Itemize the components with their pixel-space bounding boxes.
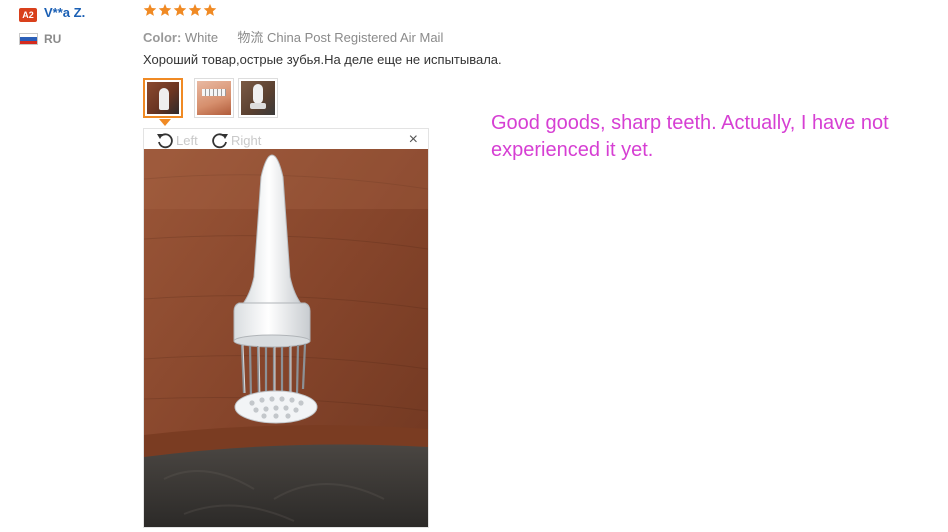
order-details: Color: White 物流 China Post Registered Ai… xyxy=(143,27,443,46)
reviewer-name: V**a Z. xyxy=(44,5,86,20)
review-text: Хороший товар,острые зубья.На деле еще н… xyxy=(143,52,502,67)
logistics-label: 物流 xyxy=(237,30,264,45)
rotate-left-label: Left xyxy=(176,132,198,148)
photo-viewer: Left Right × xyxy=(143,128,429,528)
thumb-image-2 xyxy=(197,81,231,115)
star-icon xyxy=(158,3,172,16)
rotate-right-label: Right xyxy=(231,132,262,148)
rotate-right-icon xyxy=(212,133,228,149)
star-icon xyxy=(173,3,187,16)
rotate-right-button[interactable]: Right xyxy=(210,130,261,150)
review-photo-thumb-3[interactable] xyxy=(238,78,278,118)
star-icon xyxy=(203,3,217,16)
logistics-value: China Post Registered Air Mail xyxy=(267,30,444,45)
review-photo-thumb-2[interactable] xyxy=(194,78,234,118)
star-icon xyxy=(188,3,202,16)
buyer-level-badge: A2 xyxy=(19,8,37,22)
rotate-left-button[interactable]: Left xyxy=(155,130,198,150)
rotate-left-icon xyxy=(157,133,173,149)
thumb-image-1 xyxy=(147,82,179,114)
review-photo-large xyxy=(144,149,428,527)
review-photo-thumb-1[interactable] xyxy=(143,78,183,118)
russia-flag-icon xyxy=(19,33,38,45)
translation-note: Good goods, sharp teeth. Actually, I hav… xyxy=(491,112,889,161)
viewer-toolbar: Left Right × xyxy=(144,129,428,149)
star-rating xyxy=(143,3,217,17)
close-viewer-button[interactable]: × xyxy=(409,131,418,149)
color-value: White xyxy=(184,30,219,45)
thumb-image-3 xyxy=(241,81,275,115)
star-icon xyxy=(143,3,157,16)
reviewer-country: RU xyxy=(44,32,62,46)
color-label: Color: xyxy=(143,30,182,45)
meat-tenderizer-photo xyxy=(144,149,428,527)
active-thumb-indicator xyxy=(159,119,171,126)
